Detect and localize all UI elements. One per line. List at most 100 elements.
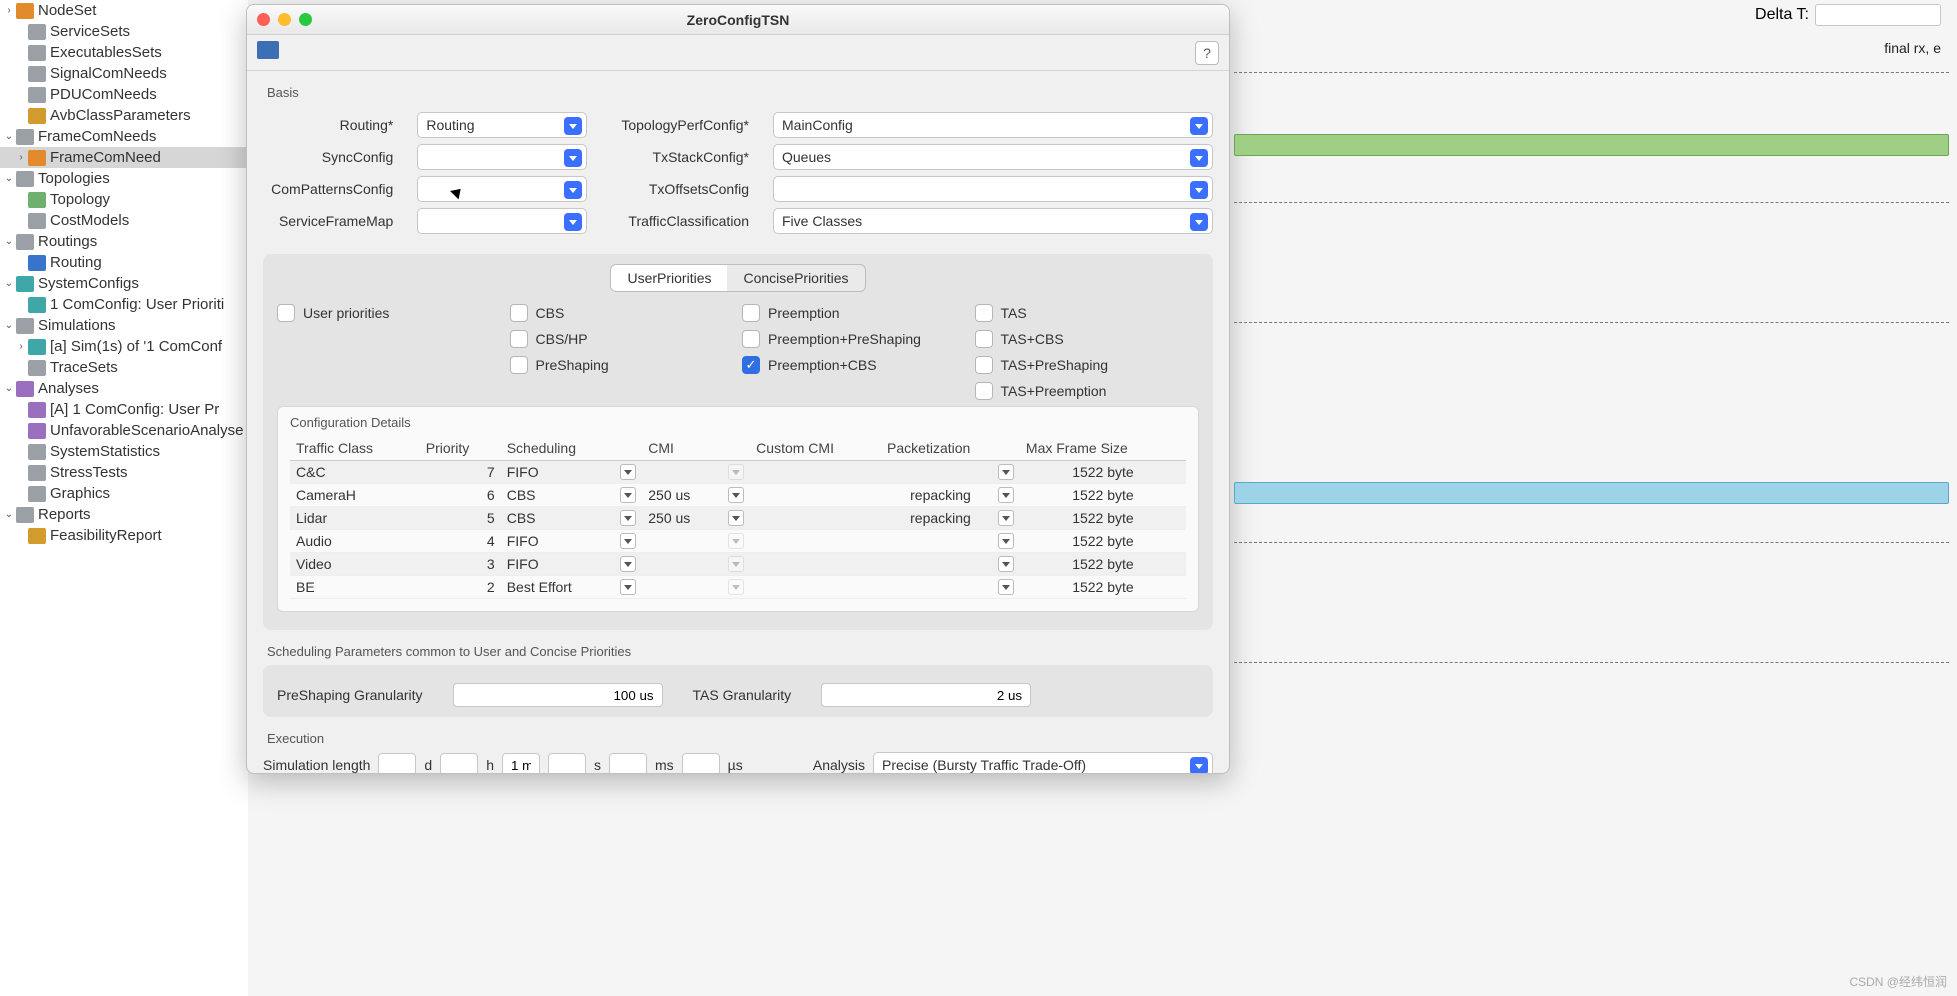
- tree-item[interactable]: ⌄Reports: [0, 504, 248, 525]
- scheduling-select[interactable]: CBS: [507, 487, 637, 503]
- tree-item[interactable]: SystemStatistics: [0, 441, 248, 462]
- checkbox-label: CBS/HP: [536, 331, 588, 347]
- packetization-select[interactable]: [887, 464, 1014, 480]
- tasg-input[interactable]: [821, 683, 1031, 707]
- tree-item-label: Graphics: [50, 483, 110, 504]
- tree-item[interactable]: Topology: [0, 189, 248, 210]
- checkbox-TAS-Preemption[interactable]: TAS+Preemption: [975, 382, 1200, 400]
- chevron-down-icon: [728, 579, 744, 595]
- combo-TopologyPerfConfig*[interactable]: MainConfig: [773, 112, 1213, 138]
- minimize-icon[interactable]: [278, 13, 291, 26]
- zoom-icon[interactable]: [299, 13, 312, 26]
- tree-item-icon: [28, 45, 46, 61]
- checkbox-CBS[interactable]: CBS: [510, 304, 735, 322]
- cmi-select[interactable]: 250 us: [648, 510, 744, 526]
- tree-item[interactable]: ⌄Analyses: [0, 378, 248, 399]
- tab-userpriorities[interactable]: UserPriorities: [611, 265, 727, 291]
- project-tree[interactable]: ›NodeSetServiceSetsExecutablesSetsSignal…: [0, 0, 248, 996]
- cmi-select: [648, 556, 744, 572]
- tree-item[interactable]: ServiceSets: [0, 21, 248, 42]
- scheduling-select[interactable]: FIFO: [507, 556, 637, 572]
- tree-item[interactable]: ›NodeSet: [0, 0, 248, 21]
- tree-item[interactable]: ⌄SystemConfigs: [0, 273, 248, 294]
- tree-item[interactable]: ⌄FrameComNeeds: [0, 126, 248, 147]
- packetization-select[interactable]: repacking: [887, 510, 1014, 526]
- tree-item[interactable]: PDUComNeeds: [0, 84, 248, 105]
- combo-SyncConfig[interactable]: [417, 144, 587, 170]
- chevron-down-icon: [564, 117, 582, 135]
- packetization-select[interactable]: [887, 556, 1014, 572]
- tree-item[interactable]: ›FrameComNeed: [0, 147, 248, 168]
- packetization-select[interactable]: [887, 579, 1014, 595]
- checkbox-TAS[interactable]: TAS: [975, 304, 1200, 322]
- scheduling-select[interactable]: CBS: [507, 510, 637, 526]
- checkbox-PreShaping[interactable]: PreShaping: [510, 356, 735, 374]
- tree-item[interactable]: SignalComNeeds: [0, 63, 248, 84]
- window-title: ZeroConfigTSN: [687, 12, 790, 28]
- help-button[interactable]: ?: [1195, 41, 1219, 65]
- simlen-d[interactable]: [378, 753, 416, 773]
- combo-TxStackConfig*[interactable]: Queues: [773, 144, 1213, 170]
- simlen-us[interactable]: [682, 753, 720, 773]
- combo-ServiceFrameMap[interactable]: [417, 208, 587, 234]
- delta-t-label: Delta T:: [1755, 6, 1809, 24]
- tree-item-label: 1 ComConfig: User Prioriti: [50, 294, 224, 315]
- analysis-combo[interactable]: Precise (Bursty Traffic Trade-Off): [873, 752, 1213, 773]
- tree-item[interactable]: ⌄Topologies: [0, 168, 248, 189]
- combo-Routing*[interactable]: Routing: [417, 112, 587, 138]
- chevron-down-icon: [1190, 213, 1208, 231]
- cmi-select[interactable]: 250 us: [648, 487, 744, 503]
- checkbox-User-priorities[interactable]: User priorities: [277, 304, 502, 322]
- tree-item[interactable]: TraceSets: [0, 357, 248, 378]
- chevron-down-icon: [1190, 181, 1208, 199]
- tree-item-icon: [16, 171, 34, 187]
- checkbox-Preemption-CBS[interactable]: Preemption+CBS: [742, 356, 967, 374]
- tree-item[interactable]: 1 ComConfig: User Prioriti: [0, 294, 248, 315]
- tree-item-label: Simulations: [38, 315, 116, 336]
- column-header: Custom CMI: [750, 436, 881, 461]
- simlen-m[interactable]: [502, 753, 540, 773]
- checkbox-TAS-PreShaping[interactable]: TAS+PreShaping: [975, 356, 1200, 374]
- tree-item[interactable]: Graphics: [0, 483, 248, 504]
- checkbox-TAS-CBS[interactable]: TAS+CBS: [975, 330, 1200, 348]
- simlen-h[interactable]: [440, 753, 478, 773]
- packetization-select[interactable]: repacking: [887, 487, 1014, 503]
- checkbox-CBS-HP[interactable]: CBS/HP: [510, 330, 735, 348]
- simlen-s[interactable]: [548, 753, 586, 773]
- delta-t-input[interactable]: [1815, 4, 1941, 26]
- chevron-down-icon: [620, 533, 636, 549]
- chevron-down-icon: [564, 181, 582, 199]
- tree-item[interactable]: CostModels: [0, 210, 248, 231]
- tree-item[interactable]: ExecutablesSets: [0, 42, 248, 63]
- combo-TxOffsetsConfig[interactable]: [773, 176, 1213, 202]
- scheduling-select[interactable]: FIFO: [507, 464, 637, 480]
- preshape-input[interactable]: [453, 683, 663, 707]
- scheduling-select[interactable]: FIFO: [507, 533, 637, 549]
- column-header: Traffic Class: [290, 436, 420, 461]
- checkbox-box: [742, 356, 760, 374]
- preshape-label: PreShaping Granularity: [277, 687, 423, 703]
- packetization-select[interactable]: [887, 533, 1014, 549]
- simlen-ms[interactable]: [609, 753, 647, 773]
- combo-ComPatternsConfig[interactable]: [417, 176, 587, 202]
- tree-item[interactable]: ⌄Routings: [0, 231, 248, 252]
- scheduling-select[interactable]: Best Effort: [507, 579, 637, 595]
- unit-h: h: [486, 757, 494, 773]
- tree-item-icon: [16, 234, 34, 250]
- column-header: Priority: [420, 436, 501, 461]
- priorities-panel: UserPriorities ConcisePriorities User pr…: [263, 254, 1213, 630]
- field-label: SyncConfig: [263, 149, 393, 165]
- tab-concisepriorities[interactable]: ConcisePriorities: [727, 265, 864, 291]
- tree-item[interactable]: StressTests: [0, 462, 248, 483]
- tree-item[interactable]: ›[a] Sim(1s) of '1 ComConf: [0, 336, 248, 357]
- tree-item[interactable]: AvbClassParameters: [0, 105, 248, 126]
- tree-item[interactable]: Routing: [0, 252, 248, 273]
- close-icon[interactable]: [257, 13, 270, 26]
- tree-item[interactable]: FeasibilityReport: [0, 525, 248, 546]
- checkbox-Preemption-PreShaping[interactable]: Preemption+PreShaping: [742, 330, 967, 348]
- checkbox-Preemption[interactable]: Preemption: [742, 304, 967, 322]
- tree-item[interactable]: UnfavorableScenarioAnalyse: [0, 420, 248, 441]
- tree-item[interactable]: [A] 1 ComConfig: User Pr: [0, 399, 248, 420]
- tree-item[interactable]: ⌄Simulations: [0, 315, 248, 336]
- combo-TrafficClassification[interactable]: Five Classes: [773, 208, 1213, 234]
